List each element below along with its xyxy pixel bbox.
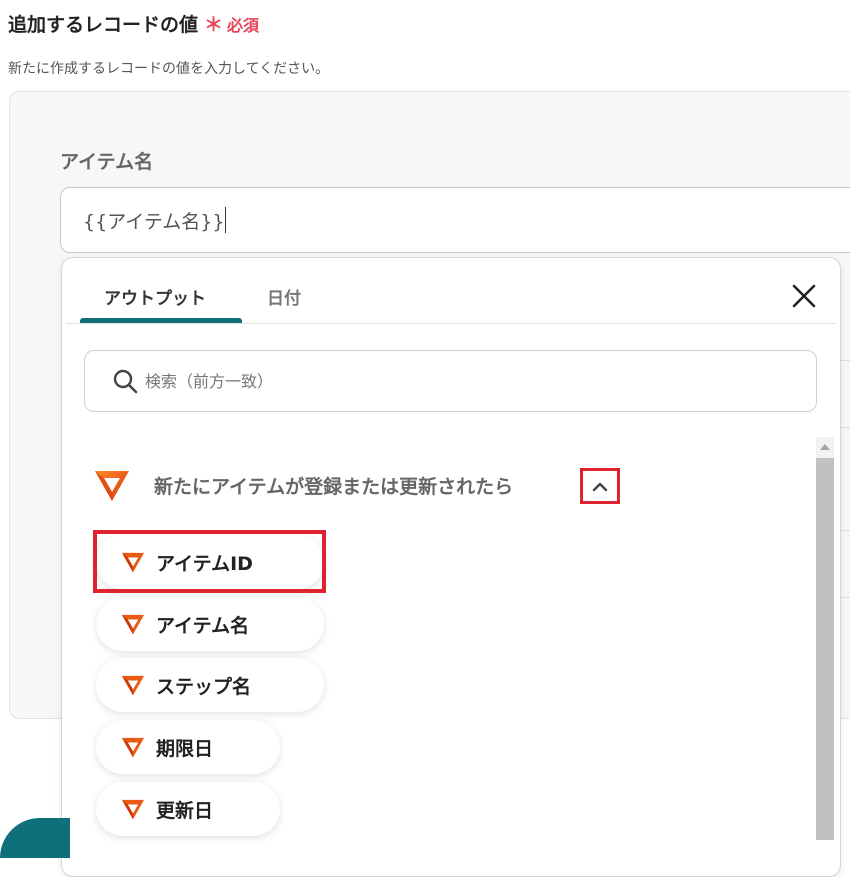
- background-divider: [840, 597, 850, 598]
- scrollbar-thumb[interactable]: [816, 458, 834, 840]
- output-item-due-date[interactable]: 期限日: [96, 720, 280, 774]
- output-item-label: ステップ名: [156, 675, 252, 698]
- close-icon: [792, 284, 816, 308]
- output-group-header: 新たにアイテムが登録または更新されたら: [92, 463, 513, 507]
- search-input[interactable]: [143, 370, 747, 392]
- output-group-title: 新たにアイテムが登録または更新されたら: [154, 475, 514, 498]
- app-logo-icon: [121, 552, 145, 573]
- output-item-item-name[interactable]: アイテム名: [96, 597, 324, 651]
- collapse-group-button[interactable]: [580, 468, 620, 504]
- app-logo-icon: [121, 675, 145, 696]
- close-button[interactable]: [788, 280, 820, 312]
- search-icon: [113, 369, 138, 394]
- field-label-item-name: アイテム名: [60, 151, 154, 173]
- section-description: 新たに作成するレコードの値を入力してください。: [8, 61, 330, 77]
- chevron-up-icon: [592, 482, 608, 492]
- tab-date[interactable]: 日付: [267, 284, 301, 309]
- app-logo-icon: [121, 614, 145, 635]
- item-name-input-value: {{アイテム名}}: [83, 210, 225, 233]
- tab-divider: [66, 323, 836, 324]
- output-item-label: 更新日: [156, 799, 214, 822]
- app-logo-icon: [95, 471, 129, 501]
- output-item-step-name[interactable]: ステップ名: [96, 658, 324, 712]
- output-item-updated-date[interactable]: 更新日: [96, 782, 280, 836]
- text-caret: [225, 207, 227, 233]
- output-item-label: アイテム名: [156, 614, 250, 637]
- section-title-text: 追加するレコードの値: [8, 14, 199, 36]
- background-divider: [840, 530, 850, 531]
- output-item-label: 期限日: [156, 737, 214, 760]
- background-divider: [840, 427, 850, 428]
- app-logo-icon: [121, 737, 145, 758]
- section-title: 追加するレコードの値 ＊ 必須: [8, 10, 259, 37]
- required-star-icon: ＊: [204, 14, 224, 36]
- search-field[interactable]: [84, 350, 817, 412]
- required-label: 必須: [227, 15, 260, 35]
- app-logo-icon: [121, 799, 145, 820]
- background-divider: [840, 360, 850, 361]
- output-item-label: アイテムID: [156, 552, 253, 575]
- item-name-input[interactable]: {{アイテム名}}: [60, 187, 850, 253]
- tab-output[interactable]: アウトプット: [104, 284, 206, 309]
- scroll-up-arrow-icon[interactable]: [820, 444, 830, 450]
- partial-button[interactable]: [0, 818, 70, 858]
- output-item-item-id[interactable]: アイテムID: [96, 535, 324, 589]
